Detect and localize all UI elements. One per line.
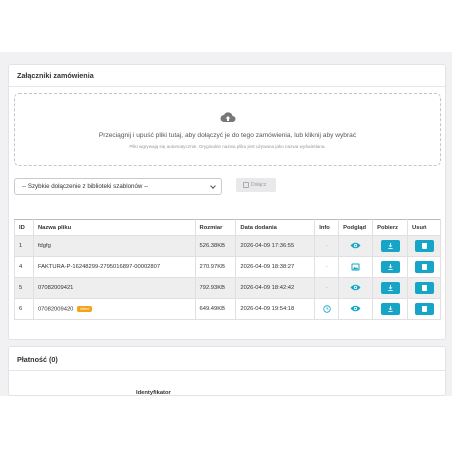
row-download bbox=[372, 277, 409, 299]
row-delete bbox=[407, 277, 441, 299]
download-button[interactable] bbox=[380, 282, 400, 294]
row-date: 2026-04-09 18:38:27 bbox=[235, 256, 316, 278]
col-download: Pobierz bbox=[372, 219, 409, 236]
file-name: fdgfg bbox=[37, 243, 51, 249]
row-preview bbox=[338, 298, 374, 320]
file-name: 07082009421 bbox=[37, 285, 74, 291]
attach-button-label: Dołącz bbox=[251, 182, 267, 188]
file-name: FAKTURA-P-16248299-2795016897-00002807 bbox=[37, 264, 161, 270]
attach-icon bbox=[243, 182, 249, 188]
col-size: Rozmiar bbox=[194, 219, 237, 236]
row-id: 1 bbox=[14, 235, 34, 257]
payment-card: Płatność (0) bbox=[8, 346, 446, 396]
image-preview-icon[interactable] bbox=[351, 263, 360, 271]
clock-icon[interactable] bbox=[322, 305, 331, 313]
row-name: FAKTURA-P-16248299-2795016897-00002807 bbox=[32, 256, 196, 278]
attachments-card: Załączniki zamówienia Przeciągnij i upuś… bbox=[8, 64, 446, 340]
col-delete: Usuń bbox=[407, 219, 441, 236]
download-icon bbox=[387, 243, 393, 249]
row-delete bbox=[407, 256, 441, 278]
table-row: 1 fdgfg 526.38KB 2026-04-09 17:36:55 - bbox=[14, 235, 441, 257]
attach-template-button[interactable]: Dołącz bbox=[236, 178, 276, 192]
client-badge: klient bbox=[77, 305, 93, 312]
row-date: 2026-04-09 17:36:55 bbox=[235, 235, 316, 257]
row-info bbox=[314, 298, 340, 320]
row-date: 2026-04-09 18:42:42 bbox=[235, 277, 316, 299]
delete-button[interactable] bbox=[414, 261, 434, 273]
row-id: 4 bbox=[14, 256, 34, 278]
eye-icon[interactable] bbox=[350, 284, 361, 291]
row-size: 792.93KB bbox=[194, 277, 237, 299]
table-row: 5 07082009421 792.93KB 2026-04-09 18:42:… bbox=[14, 277, 441, 299]
row-size: 649.49KB bbox=[194, 298, 237, 320]
row-preview bbox=[338, 277, 374, 299]
row-name: 07082009420 klient bbox=[32, 298, 196, 320]
row-info: - bbox=[314, 256, 340, 278]
row-date: 2026-04-09 19:54:18 bbox=[235, 298, 316, 320]
dropzone-hint: Pliki wgrywają się automatycznie. Orygin… bbox=[129, 144, 326, 149]
file-name: 07082009420 bbox=[37, 306, 74, 313]
col-date: Data dodania bbox=[235, 219, 316, 236]
trash-icon bbox=[421, 306, 427, 312]
row-id: 6 bbox=[14, 298, 34, 320]
row-id: 5 bbox=[14, 277, 34, 299]
download-button[interactable] bbox=[380, 240, 400, 252]
download-icon bbox=[387, 264, 393, 270]
col-info: Info bbox=[314, 219, 340, 236]
delete-button[interactable] bbox=[414, 282, 434, 294]
row-info: - bbox=[314, 277, 340, 299]
row-download bbox=[372, 256, 409, 278]
dropzone-text: Przeciągnij i upuść pliki tutaj, aby doł… bbox=[98, 132, 357, 139]
payment-title: Płatność (0) bbox=[9, 347, 445, 371]
download-button[interactable] bbox=[380, 261, 400, 273]
payment-column-header: Identyfikator bbox=[136, 390, 171, 396]
download-button[interactable] bbox=[380, 303, 400, 315]
table-header-row: ID Nazwa pliku Rozmiar Data dodania Info… bbox=[14, 219, 441, 236]
delete-button[interactable] bbox=[414, 303, 434, 315]
row-info: - bbox=[314, 235, 340, 257]
row-size: 270.97KB bbox=[194, 256, 237, 278]
row-delete bbox=[407, 235, 441, 257]
chevron-down-icon bbox=[210, 183, 216, 189]
delete-button[interactable] bbox=[414, 240, 434, 252]
row-size: 526.38KB bbox=[194, 235, 237, 257]
trash-icon bbox=[421, 285, 427, 291]
attachments-table: ID Nazwa pliku Rozmiar Data dodania Info… bbox=[14, 219, 441, 320]
download-icon bbox=[387, 285, 393, 291]
row-preview bbox=[338, 256, 374, 278]
col-name: Nazwa pliku bbox=[32, 219, 196, 236]
row-delete bbox=[407, 298, 441, 320]
template-select[interactable]: -- Szybkie dołączenie z biblioteki szabl… bbox=[14, 178, 222, 195]
template-select-value: -- Szybkie dołączenie z biblioteki szabl… bbox=[22, 183, 149, 190]
cloud-upload-icon bbox=[220, 112, 236, 122]
eye-icon[interactable] bbox=[350, 305, 361, 312]
row-name: 07082009421 bbox=[32, 277, 196, 299]
table-row: 6 07082009420 klient 649.49KB 2026-04-09 … bbox=[14, 298, 441, 320]
table-row: 4 FAKTURA-P-16248299-2795016897-00002807… bbox=[14, 256, 441, 278]
trash-icon bbox=[421, 264, 427, 270]
attachments-title: Załączniki zamówienia bbox=[9, 65, 445, 87]
trash-icon bbox=[421, 243, 427, 249]
row-download bbox=[372, 235, 409, 257]
download-icon bbox=[387, 306, 393, 312]
row-name: fdgfg bbox=[32, 235, 196, 257]
row-download bbox=[372, 298, 409, 320]
col-preview: Podgląd bbox=[338, 219, 374, 236]
col-id: ID bbox=[14, 219, 34, 236]
file-dropzone[interactable]: Przeciągnij i upuść pliki tutaj, aby doł… bbox=[14, 93, 441, 166]
eye-icon[interactable] bbox=[350, 242, 361, 249]
row-preview bbox=[338, 235, 374, 257]
